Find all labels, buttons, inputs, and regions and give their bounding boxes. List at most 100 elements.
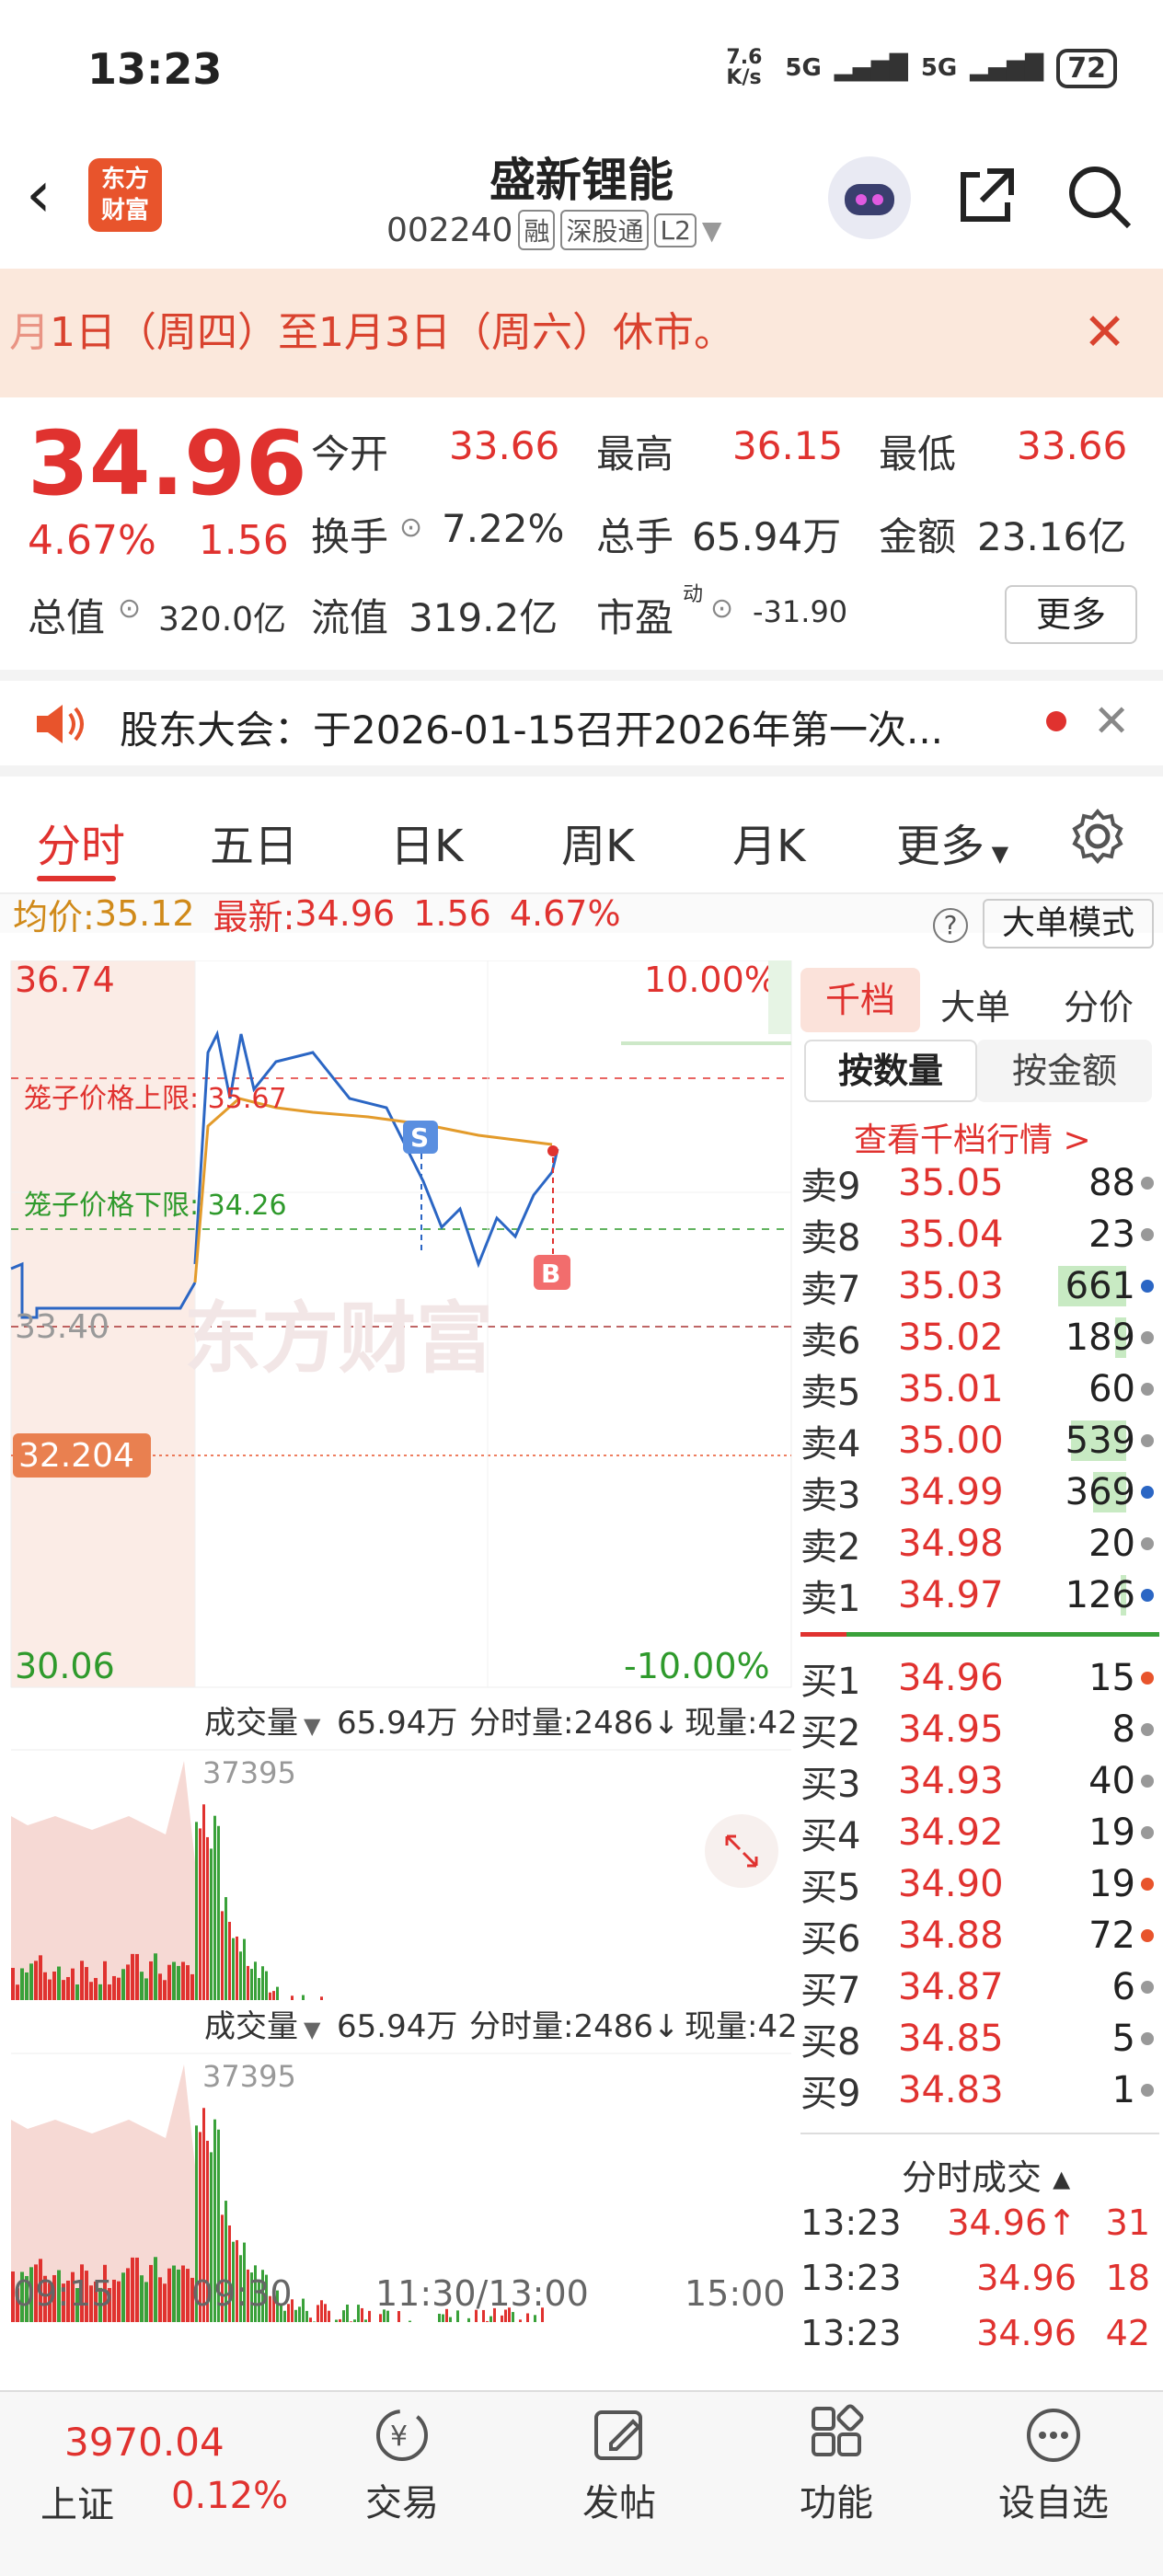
bid-vol: 40 bbox=[1088, 1760, 1135, 1802]
bid-row-5[interactable]: 买5 34.90 19 bbox=[800, 1858, 1159, 1910]
bid-row-2[interactable]: 买2 34.95 8 bbox=[800, 1704, 1159, 1755]
spread-divider bbox=[800, 1632, 1159, 1637]
bid-row-4[interactable]: 买4 34.92 19 bbox=[800, 1807, 1159, 1858]
bid-row-1[interactable]: 买1 34.96 15 bbox=[800, 1652, 1159, 1704]
nav-post[interactable]: 发帖 bbox=[550, 2403, 688, 2526]
low-label: 最低 bbox=[879, 431, 957, 477]
stock-code-row[interactable]: 002240 融 深股通 L2 ▼ bbox=[386, 210, 721, 250]
y-pct-top: 10.00% bbox=[644, 960, 777, 1000]
info-icon-3[interactable]: ⊙ bbox=[710, 592, 733, 625]
index-value[interactable]: 3970.04 bbox=[64, 2420, 225, 2465]
view-depth-link[interactable]: 查看千档行情 > bbox=[854, 1113, 1091, 1161]
prev-close-label: 33.40 bbox=[15, 1308, 109, 1346]
ask-row-1[interactable]: 卖9 35.05 88 bbox=[800, 1157, 1159, 1209]
ask-row-2[interactable]: 卖8 35.04 23 bbox=[800, 1209, 1159, 1260]
price-pct: 4.67% bbox=[28, 517, 156, 564]
ask-row-5[interactable]: 卖5 35.01 60 bbox=[800, 1363, 1159, 1415]
ob-tab-bigorder[interactable]: 大单 bbox=[940, 979, 1010, 1029]
ask-row-6[interactable]: 卖4 35.00 539 bbox=[800, 1415, 1159, 1466]
ask-row-9[interactable]: 卖1 34.97 126 bbox=[800, 1570, 1159, 1621]
mcap-label: 总值 bbox=[28, 595, 106, 640]
ob-tab-price[interactable]: 分价 bbox=[1064, 979, 1134, 1029]
bid-label: 买7 bbox=[800, 1970, 861, 2012]
signal-bars-icon-2: ▂▄▆█ bbox=[970, 54, 1044, 82]
tick-volume: 31 bbox=[1105, 2202, 1150, 2243]
bid-row-7[interactable]: 买7 34.87 6 bbox=[800, 1961, 1159, 2013]
tab-monthly-k[interactable]: 月K bbox=[732, 810, 805, 874]
ask-indicator-dot bbox=[1141, 1228, 1154, 1241]
avg-value: 35.12 bbox=[94, 893, 195, 934]
help-icon[interactable]: ? bbox=[933, 908, 968, 943]
vol-dropdown-icon[interactable]: ▼ bbox=[304, 1713, 321, 1739]
assistant-avatar-icon[interactable] bbox=[828, 156, 911, 239]
bid-row-9[interactable]: 买9 34.83 1 bbox=[800, 2064, 1159, 2116]
bid-row-3[interactable]: 买3 34.93 40 bbox=[800, 1755, 1159, 1807]
bid-indicator-dot bbox=[1141, 1981, 1154, 1994]
svg-text:¥: ¥ bbox=[390, 2421, 408, 2453]
tab-daily-k[interactable]: 日K bbox=[390, 810, 463, 874]
info-icon[interactable]: ⊙ bbox=[399, 512, 422, 544]
price-change-row: 4.67% 1.56 bbox=[28, 517, 289, 564]
y-bottom-label: 30.06 bbox=[15, 1646, 115, 1686]
volume-bar bbox=[320, 2300, 323, 2322]
mode-by-quantity[interactable]: 按数量 bbox=[804, 1040, 977, 1102]
vol-dropdown-icon-2[interactable]: ▼ bbox=[304, 2017, 321, 2042]
ask-row-4[interactable]: 卖6 35.02 189 bbox=[800, 1312, 1159, 1363]
nav-functions[interactable]: 功能 bbox=[767, 2403, 905, 2526]
settings-gear-icon[interactable] bbox=[1067, 806, 1128, 867]
mode-by-amount[interactable]: 按金额 bbox=[977, 1040, 1152, 1102]
nav-trade[interactable]: ¥ 交易 bbox=[333, 2403, 471, 2526]
search-icon[interactable] bbox=[1063, 160, 1136, 234]
info-icon-2[interactable]: ⊙ bbox=[118, 592, 141, 625]
bid-vol: 1 bbox=[1111, 2069, 1135, 2111]
tick-row: 13:23 34.96↑ 31 bbox=[800, 2202, 1159, 2243]
ask-indicator-dot bbox=[1141, 1331, 1154, 1344]
nav-add-watchlist[interactable]: 设自选 bbox=[985, 2403, 1123, 2526]
ask-row-8[interactable]: 卖2 34.98 20 bbox=[800, 1518, 1159, 1570]
ask-vol: 20 bbox=[1088, 1523, 1135, 1565]
latest-value: 34.96 bbox=[294, 893, 396, 934]
volume-bar bbox=[324, 2304, 327, 2322]
vol-minute: 分时量:2486↓ bbox=[469, 1705, 679, 1742]
vol-now-2: 现量:42 bbox=[685, 2008, 795, 2045]
stock-code: 002240 bbox=[386, 211, 513, 249]
more-circle-icon bbox=[1027, 2409, 1080, 2462]
volume-bar bbox=[368, 2310, 371, 2322]
auction-volume-bar bbox=[149, 2264, 153, 2322]
intraday-chart[interactable]: 东方财富 S B 36.74 10.00% 笼子价格上限: 35.67 笼子价格… bbox=[0, 960, 795, 2322]
big-order-mode-button[interactable]: 大单模式 bbox=[983, 899, 1154, 949]
ticks-divider bbox=[800, 2133, 1159, 2134]
tab-weekly-k[interactable]: 周K bbox=[561, 810, 634, 874]
amount-value: 23.16亿 bbox=[977, 514, 1127, 559]
ask-indicator-dot bbox=[1141, 1537, 1154, 1550]
ask-row-3[interactable]: 卖7 35.03 661 bbox=[800, 1260, 1159, 1312]
volume-bar bbox=[409, 2320, 411, 2322]
time-label-930: 09:30 bbox=[191, 2273, 293, 2314]
share-icon[interactable] bbox=[952, 162, 1020, 230]
volume-bar bbox=[339, 2318, 341, 2322]
bid-row-6[interactable]: 买6 34.88 72 bbox=[800, 1910, 1159, 1961]
bid-price: 34.87 bbox=[898, 1966, 1004, 2008]
volume-bar bbox=[526, 2313, 529, 2322]
bid-vol: 15 bbox=[1088, 1657, 1135, 1699]
tab-five-day[interactable]: 五日 bbox=[210, 810, 298, 874]
nav-functions-label: 功能 bbox=[800, 2482, 873, 2524]
volume-bar bbox=[534, 2315, 536, 2322]
net-speed: 7.6 K/s bbox=[726, 46, 763, 89]
latest-point bbox=[547, 1145, 558, 1156]
ticks-title[interactable]: 分时成交 ▴ bbox=[902, 2149, 1070, 2200]
close-icon[interactable]: ✕ bbox=[1083, 269, 1126, 397]
announcement-close-icon[interactable]: ✕ bbox=[1093, 696, 1130, 747]
ask-indicator-dot bbox=[1141, 1177, 1154, 1190]
tab-more[interactable]: 更多 ▼ bbox=[896, 810, 1008, 874]
turnover-label: 换手 bbox=[311, 514, 389, 559]
more-button[interactable]: 更多 bbox=[1005, 585, 1137, 644]
ask-price: 35.02 bbox=[898, 1317, 1004, 1359]
ob-tab-depth[interactable]: 千档 bbox=[800, 968, 920, 1032]
ask-indicator-dot bbox=[1141, 1280, 1154, 1293]
announcement-text[interactable]: 股东大会：于2026-01-15召开2026年第一次... bbox=[120, 699, 943, 755]
tab-intraday[interactable]: 分时 bbox=[37, 810, 125, 874]
bid-row-8[interactable]: 买8 34.85 5 bbox=[800, 2013, 1159, 2064]
ask-row-7[interactable]: 卖3 34.99 369 bbox=[800, 1466, 1159, 1518]
expand-icon[interactable] bbox=[705, 1814, 778, 1888]
